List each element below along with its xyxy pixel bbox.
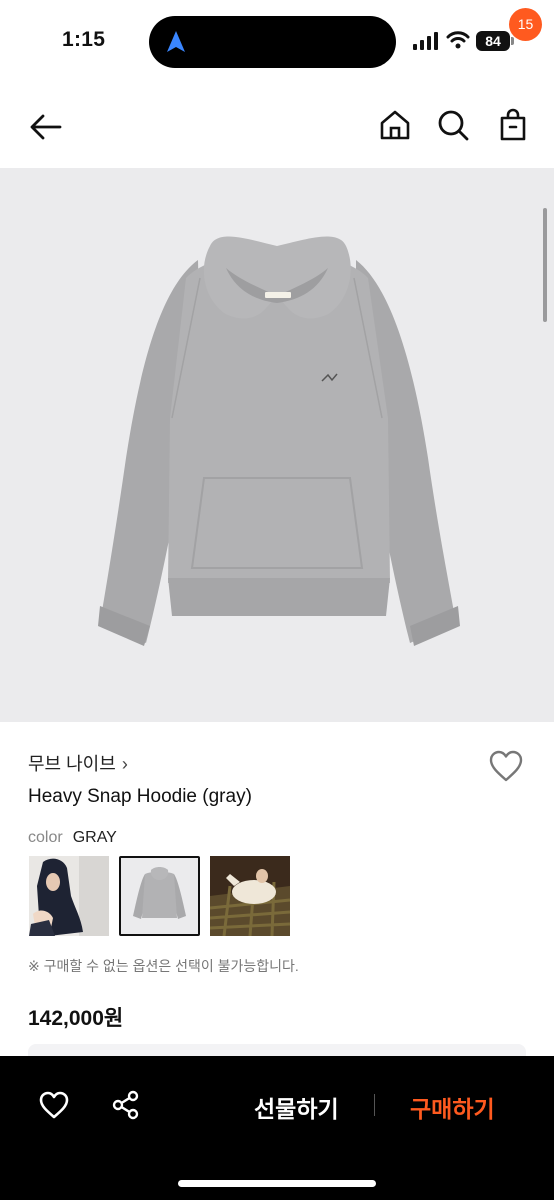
image-scroll-indicator (543, 208, 547, 322)
gray-hoodie-thumb-image (121, 858, 198, 934)
color-thumbnail-model-navy[interactable] (29, 856, 109, 936)
battery-tip (511, 37, 514, 45)
back-arrow-icon[interactable] (26, 108, 64, 146)
color-option: color GRAY (28, 829, 117, 847)
status-time: 1:15 (62, 28, 106, 51)
model-lounging-image (210, 856, 290, 936)
home-indicator (178, 1180, 376, 1187)
gray-hoodie-image (98, 236, 460, 646)
dynamic-island (149, 16, 396, 68)
bottom-action-bar: 선물하기 구매하기 (0, 1056, 554, 1200)
shopping-bag-icon[interactable] (496, 108, 530, 142)
color-value: GRAY (72, 829, 117, 846)
app-header (0, 84, 554, 168)
brand-link[interactable]: 무브 나이브 › (28, 750, 128, 776)
color-label: color (28, 829, 63, 846)
option-notice: ※ 구매할 수 없는 옵션은 선택이 불가능합니다. (28, 958, 299, 974)
signal-icon (413, 32, 438, 50)
color-thumbnail-model-lounging[interactable] (210, 856, 290, 936)
home-icon[interactable] (378, 108, 412, 142)
cart-count-badge: 15 (509, 8, 542, 41)
product-image[interactable] (0, 168, 554, 722)
color-thumbnail-gray[interactable] (119, 856, 200, 936)
status-bar: 1:15 84 (0, 0, 554, 84)
buy-button[interactable]: 구매하기 (410, 1090, 495, 1124)
heart-icon[interactable] (488, 749, 524, 783)
navigation-arrow-icon (167, 31, 185, 52)
product-name: Heavy Snap Hoodie (gray) (28, 786, 252, 807)
share-icon[interactable] (111, 1090, 141, 1120)
divider (374, 1094, 375, 1116)
gift-button[interactable]: 선물하기 (254, 1090, 339, 1124)
battery-icon: 84 (476, 31, 510, 51)
brand-name: 무브 나이브 (28, 754, 116, 774)
wifi-icon (446, 31, 470, 49)
search-icon[interactable] (436, 108, 470, 142)
heart-icon[interactable] (38, 1090, 70, 1120)
chevron-right-icon: › (121, 754, 128, 774)
product-price: 142,000원 (28, 1007, 124, 1030)
model-navy-image (29, 856, 109, 936)
